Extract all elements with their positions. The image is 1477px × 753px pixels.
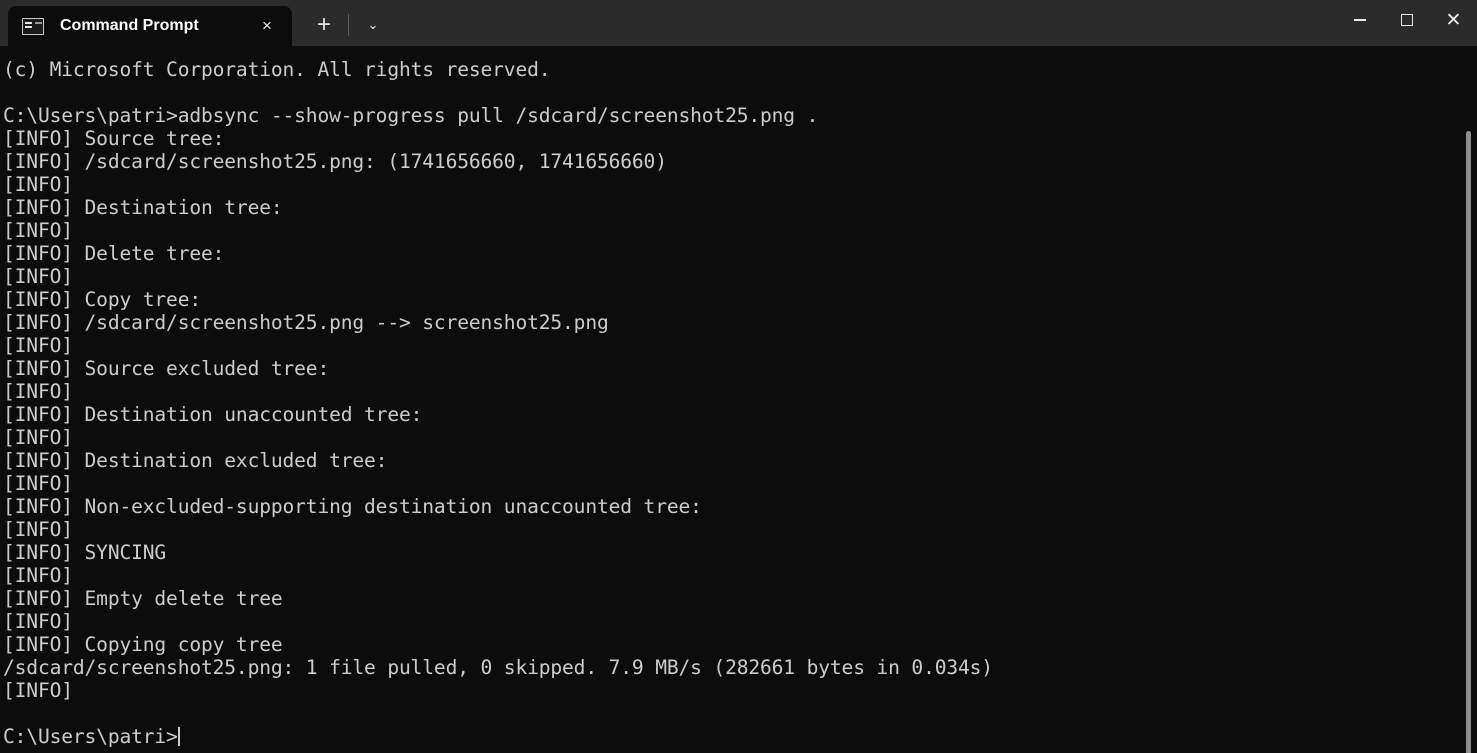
close-icon[interactable]: × (252, 11, 282, 41)
terminal-line: [INFO] (3, 426, 73, 449)
terminal-line: [INFO] Copying copy tree (3, 633, 283, 656)
terminal-line: [INFO] Source excluded tree: (3, 357, 330, 380)
terminal-line: [INFO] (3, 564, 73, 587)
minimize-button[interactable] (1336, 0, 1383, 40)
terminal-line: [INFO] (3, 679, 73, 702)
terminal-prompt-line: C:\Users\patri> (3, 725, 993, 748)
terminal-line: [INFO] Empty delete tree (3, 587, 283, 610)
terminal-line: [INFO] Delete tree: (3, 242, 225, 265)
scrollbar[interactable] (1460, 92, 1477, 753)
terminal-line: (c) Microsoft Corporation. All rights re… (3, 58, 551, 81)
terminal-line: [INFO] Destination excluded tree: (3, 449, 388, 472)
terminal-line: [INFO] SYNCING (3, 541, 167, 564)
tab-strip: Command Prompt × + ⌄ (0, 0, 391, 46)
scrollbar-thumb[interactable] (1466, 131, 1471, 753)
maximize-button[interactable] (1383, 0, 1430, 40)
close-icon: ✕ (1445, 9, 1462, 31)
window-controls: ✕ (1336, 0, 1477, 46)
terminal-line: [INFO] Copy tree: (3, 288, 201, 311)
terminal-line: [INFO] /sdcard/screenshot25.png: (174165… (3, 150, 667, 173)
terminal-line: [INFO] Destination tree: (3, 196, 283, 219)
text-cursor (177, 727, 180, 746)
terminal-line: [INFO] /sdcard/screenshot25.png --> scre… (3, 311, 609, 334)
terminal-line: [INFO] (3, 518, 73, 541)
terminal-line: [INFO] (3, 173, 73, 196)
tab-separator (348, 14, 349, 36)
terminal-line: [INFO] (3, 610, 73, 633)
terminal-line: [INFO] Destination unaccounted tree: (3, 403, 423, 426)
title-bar: Command Prompt × + ⌄ ✕ (0, 0, 1477, 46)
terminal-line: [INFO] Non-excluded-supporting destinati… (3, 495, 702, 518)
terminal-line: [INFO] (3, 265, 73, 288)
console-icon (22, 17, 44, 35)
terminal-line: [INFO] (3, 334, 73, 357)
terminal-line: /sdcard/screenshot25.png: 1 file pulled,… (3, 656, 993, 679)
terminal-line: [INFO] Source tree: (3, 127, 225, 150)
terminal-line: [INFO] (3, 219, 73, 242)
close-button[interactable]: ✕ (1430, 0, 1477, 40)
terminal-line: [INFO] (3, 472, 73, 495)
tab-command-prompt[interactable]: Command Prompt × (8, 6, 292, 46)
terminal-body[interactable]: (c) Microsoft Corporation. All rights re… (0, 46, 1477, 753)
terminal-output: (c) Microsoft Corporation. All rights re… (3, 58, 993, 748)
chevron-down-icon[interactable]: ⌄ (355, 7, 391, 43)
terminal-line: [INFO] (3, 380, 73, 403)
new-tab-button[interactable]: + (306, 7, 342, 43)
prompt-text: C:\Users\patri> (3, 725, 178, 748)
tab-label: Command Prompt (60, 17, 199, 34)
terminal-line: C:\Users\patri>adbsync --show-progress p… (3, 104, 819, 127)
